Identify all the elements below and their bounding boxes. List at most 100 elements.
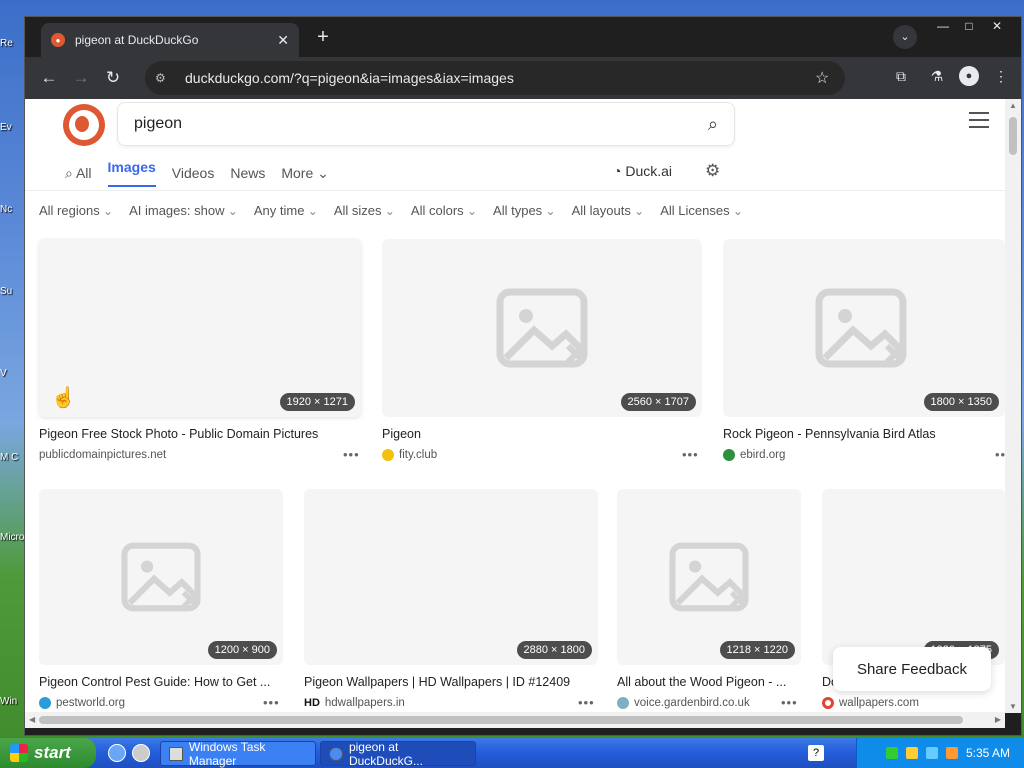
result-image[interactable]: 1920 × 1875 — [822, 489, 1005, 665]
desktop-icon-label[interactable]: Win — [0, 696, 24, 707]
filter-colors[interactable]: All colors — [411, 203, 477, 218]
chrome-quicklaunch-icon[interactable] — [132, 744, 150, 762]
image-result[interactable]: 1920 × 1271 ☝ Pigeon Free Stock Photo - … — [39, 239, 361, 479]
taskbar-item-browser[interactable]: pigeon at DuckDuckG... — [320, 740, 476, 768]
start-button[interactable]: start — [0, 738, 96, 768]
search-box[interactable]: pigeon ⌕ — [117, 102, 735, 146]
scroll-down-arrow-icon[interactable]: ▼ — [1009, 702, 1017, 711]
image-result[interactable]: 1800 × 1350 Rock Pigeon - Pennsylvania B… — [723, 239, 1005, 479]
scroll-left-arrow-icon[interactable]: ◀ — [29, 715, 35, 724]
maximize-button[interactable]: □ — [955, 17, 983, 37]
more-options-icon[interactable]: ••• — [343, 447, 360, 462]
gear-icon[interactable]: ⚙ — [705, 161, 720, 181]
more-options-icon[interactable]: ••• — [578, 695, 595, 710]
more-options-icon[interactable]: ••• — [682, 447, 699, 462]
result-image[interactable]: 1800 × 1350 — [723, 239, 1005, 417]
filter-licenses[interactable]: All Licenses — [660, 203, 743, 218]
tab-all[interactable]: ⌕ All — [65, 165, 92, 182]
result-title[interactable]: Rock Pigeon - Pennsylvania Bird Atlas — [723, 427, 1005, 441]
scroll-up-arrow-icon[interactable]: ▲ — [1009, 101, 1017, 110]
scrollbar-thumb[interactable] — [1009, 117, 1017, 155]
taskbar-item-task-manager[interactable]: Windows Task Manager — [160, 740, 316, 768]
result-title[interactable]: All about the Wood Pigeon - ... — [617, 675, 801, 689]
more-options-icon[interactable]: ••• — [781, 695, 798, 710]
kebab-menu-icon[interactable]: ⋮ — [987, 62, 1015, 90]
result-image[interactable]: 1218 × 1220 — [617, 489, 801, 665]
hamburger-menu-icon[interactable] — [969, 112, 989, 128]
result-source[interactable]: publicdomainpictures.net — [39, 449, 166, 461]
desktop-icon-label[interactable]: Nc — [0, 204, 24, 215]
search-input[interactable]: pigeon — [134, 115, 708, 133]
image-result[interactable]: 2880 × 1800 Pigeon Wallpapers | HD Wallp… — [304, 489, 598, 713]
result-source[interactable]: ebird.org — [723, 449, 785, 461]
result-title[interactable]: Pigeon Wallpapers | HD Wallpapers | ID #… — [304, 675, 598, 689]
vertical-scrollbar[interactable]: ▲ ▼ — [1005, 99, 1021, 713]
filter-ai-images[interactable]: AI images: show — [129, 203, 238, 218]
close-tab-icon[interactable]: ✕ — [277, 32, 289, 49]
result-source[interactable]: HD hdwallpapers.in — [304, 697, 405, 709]
result-image[interactable]: 2560 × 1707 — [382, 239, 702, 417]
more-options-icon[interactable]: ••• — [263, 695, 280, 710]
result-image[interactable]: 2880 × 1800 — [304, 489, 598, 665]
result-title[interactable]: Pigeon Control Pest Guide: How to Get ..… — [39, 675, 283, 689]
more-options-icon[interactable]: •• — [995, 447, 1005, 462]
tray-green-icon[interactable] — [885, 747, 898, 759]
reload-icon[interactable]: ↻ — [97, 62, 129, 94]
filter-bar: All regions AI images: show Any time All… — [39, 203, 743, 218]
desktop-icon-label[interactable]: M C — [0, 452, 24, 463]
back-arrow-icon[interactable]: ← — [33, 62, 65, 94]
result-title[interactable]: Pigeon Free Stock Photo - Public Domain … — [39, 427, 361, 441]
tab-images[interactable]: Images — [108, 159, 156, 187]
filter-sizes[interactable]: All sizes — [334, 203, 395, 218]
filter-time[interactable]: Any time — [254, 203, 318, 218]
profile-avatar-icon[interactable]: ● — [959, 66, 979, 86]
scrollbar-thumb[interactable] — [39, 716, 963, 724]
result-source[interactable]: wallpapers.com — [822, 697, 919, 709]
result-source[interactable]: voice.gardenbird.co.uk — [617, 697, 750, 709]
shield-icon[interactable] — [905, 747, 918, 759]
desktop-icon-label[interactable]: Re — [0, 38, 24, 49]
labs-flask-icon[interactable]: ⚗ — [923, 62, 951, 90]
tab-search-chevron-icon[interactable]: ⌄ — [893, 25, 917, 49]
filter-types[interactable]: All types — [493, 203, 556, 218]
desktop-icon-label[interactable]: V — [0, 368, 24, 379]
filter-regions[interactable]: All regions — [39, 203, 113, 218]
scroll-right-arrow-icon[interactable]: ▶ — [995, 715, 1001, 724]
desktop-icon-label[interactable]: Micro Stu — [0, 532, 24, 543]
forward-arrow-icon[interactable]: → — [65, 62, 97, 94]
clock[interactable]: 5:35 AM — [966, 746, 1010, 760]
tab-more[interactable]: More ⌄ — [281, 165, 329, 182]
site-settings-icon[interactable]: ⚙ — [155, 71, 177, 85]
search-icon[interactable]: ⌕ — [708, 114, 718, 135]
result-source[interactable]: fity.club — [382, 449, 437, 461]
image-result[interactable]: 1218 × 1220 All about the Wood Pigeon - … — [617, 489, 801, 713]
extensions-puzzle-icon[interactable]: ⧉ — [887, 62, 915, 90]
image-result[interactable]: 1200 × 900 Pigeon Control Pest Guide: Ho… — [39, 489, 283, 713]
ie-quicklaunch-icon[interactable] — [108, 744, 126, 762]
search-tray-icon[interactable] — [945, 747, 958, 759]
result-source[interactable]: pestworld.org — [39, 697, 125, 709]
browser-tab[interactable]: ● pigeon at DuckDuckGo ✕ — [41, 23, 299, 57]
bookmark-star-icon[interactable]: ☆ — [815, 68, 845, 88]
url-text[interactable]: duckduckgo.com/?q=pigeon&ia=images&iax=i… — [185, 70, 815, 86]
result-image[interactable]: 1920 × 1271 ☝ — [39, 239, 361, 417]
desktop-icon-label[interactable]: Su — [0, 286, 24, 297]
network-icon[interactable] — [925, 747, 938, 759]
share-feedback-button[interactable]: Share Feedback — [833, 647, 991, 691]
image-result[interactable]: 2560 × 1707 Pigeon fity.club ••• — [382, 239, 702, 479]
address-bar[interactable]: ⚙ duckduckgo.com/?q=pigeon&ia=images&iax… — [145, 61, 845, 95]
search-type-tabs: ⌕ All Images Videos News More ⌄ — [65, 159, 329, 187]
duckduckgo-logo[interactable] — [63, 104, 105, 146]
result-image[interactable]: 1200 × 900 — [39, 489, 283, 665]
tab-videos[interactable]: Videos — [172, 165, 215, 181]
filter-layouts[interactable]: All layouts — [572, 203, 645, 218]
new-tab-button[interactable]: + — [311, 25, 335, 49]
desktop-icon-label[interactable]: Ev — [0, 122, 24, 133]
result-title[interactable]: Pigeon — [382, 427, 702, 441]
close-window-button[interactable]: ✕ — [983, 17, 1011, 37]
minimize-button[interactable]: — — [929, 17, 957, 37]
horizontal-scrollbar[interactable]: ◀ ▶ — [25, 712, 1005, 728]
help-icon[interactable]: ? — [808, 745, 824, 761]
duck-ai-link[interactable]: ◔ Duck.ai — [613, 163, 672, 179]
tab-news[interactable]: News — [230, 165, 265, 181]
